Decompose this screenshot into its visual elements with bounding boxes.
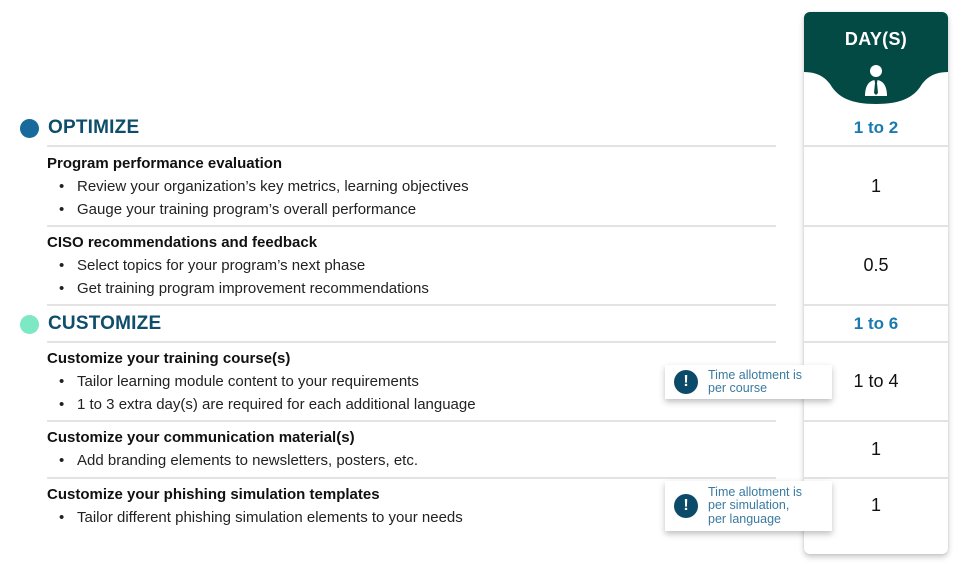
ciso-recommendations-days: 0.5 xyxy=(863,255,889,275)
days-column: DAY(S) 1 to 2 1 0.5 1 to 6 1 to 4 1 1 xyxy=(804,12,948,554)
item-communication-material: Customize your communication material(s)… xyxy=(47,427,747,472)
bullet-item: • Review your organization’s key metrics,… xyxy=(47,175,747,198)
section-optimize: OPTIMIZE xyxy=(20,110,139,146)
note-line: per simulation, xyxy=(708,498,790,513)
note-line: per course xyxy=(708,381,768,395)
item-phishing-templates: Customize your phishing simulation templ… xyxy=(47,484,747,529)
bullet-item: • Tailor different phishing simulation el… xyxy=(47,506,747,529)
item-title: Customize your communication material(s) xyxy=(47,429,355,446)
bullet-icon: • xyxy=(59,201,65,218)
bullet-item: • Add branding elements to newsletters, p… xyxy=(47,449,747,472)
item-ciso-recommendations: CISO recommendations and feedback • Selec… xyxy=(47,232,747,300)
bullet-text: Review your organization’s key metrics, … xyxy=(77,178,469,195)
bullet-text: Select topics for your program’s next ph… xyxy=(77,257,366,274)
bullet-icon: • xyxy=(59,509,65,526)
bullet-text: 1 to 3 extra day(s) are required for eac… xyxy=(77,396,476,413)
communication-material-days: 1 xyxy=(870,439,881,459)
section-customize: CUSTOMIZE xyxy=(20,306,161,342)
bullet-icon: • xyxy=(59,280,65,297)
bullet-text: Get training program improvement recomme… xyxy=(77,280,429,297)
bullet-text: Gauge your training program’s overall pe… xyxy=(77,201,417,218)
customize-days: 1 to 6 xyxy=(853,313,899,333)
bullet-text: Add branding elements to newsletters, po… xyxy=(77,452,419,469)
bullet-item: • Select topics for your program’s next p… xyxy=(47,254,747,277)
item-title: Customize your training course(s) xyxy=(47,350,291,367)
divider xyxy=(47,225,776,227)
days-header-label: DAY(S) xyxy=(844,29,908,49)
item-program-performance: Program performance evaluation • Review y… xyxy=(47,153,747,221)
bullet-item: • Tailor learning module content to your … xyxy=(47,370,747,393)
item-title: Program performance evaluation xyxy=(47,155,283,172)
bullet-item: • Get training program improvement recomm… xyxy=(47,277,747,300)
services-list: OPTIMIZE Program performance evaluation … xyxy=(0,0,776,574)
note-line: Time allotment is xyxy=(708,484,803,499)
divider xyxy=(47,145,776,147)
note-line: Time allotment is xyxy=(708,367,803,382)
days-header: DAY(S) xyxy=(804,12,948,72)
program-performance-days: 1 xyxy=(870,175,881,196)
optimize-dot-icon xyxy=(20,118,39,138)
item-title: CISO recommendations and feedback xyxy=(47,234,318,251)
person-with-tie-icon xyxy=(865,65,887,96)
note-per-simulation: ! Time allotment is per simulation, per … xyxy=(665,481,832,531)
divider xyxy=(47,341,776,343)
bullet-icon: • xyxy=(59,452,65,469)
note-text: Time allotment is per course xyxy=(708,367,803,396)
note-text: Time allotment is per simulation, per la… xyxy=(708,484,803,527)
note-per-course: ! Time allotment is per course xyxy=(665,365,832,399)
bullet-icon: • xyxy=(59,257,65,274)
item-title: Customize your phishing simulation templ… xyxy=(47,486,380,503)
bullet-icon: • xyxy=(59,178,65,195)
optimize-days: 1 to 2 xyxy=(853,118,899,137)
bullet-icon: • xyxy=(59,396,65,413)
bullet-item: • 1 to 3 extra day(s) are required for ea… xyxy=(47,393,747,416)
divider xyxy=(47,420,776,422)
bullet-item: • Gauge your training program’s overall p… xyxy=(47,198,747,221)
section-title: CUSTOMIZE xyxy=(48,313,162,334)
item-training-course: Customize your training course(s) • Tailo… xyxy=(47,348,747,416)
bullet-text: Tailor different phishing simulation ele… xyxy=(77,509,463,526)
note-line: per language xyxy=(708,511,781,526)
divider xyxy=(47,477,776,479)
exclamation-icon: ! xyxy=(674,370,698,394)
customize-dot-icon xyxy=(20,314,39,334)
section-title: OPTIMIZE xyxy=(48,117,140,138)
exclamation-icon: ! xyxy=(674,494,698,518)
bullet-icon: • xyxy=(59,373,65,390)
bullet-text: Tailor learning module content to your r… xyxy=(77,373,419,390)
